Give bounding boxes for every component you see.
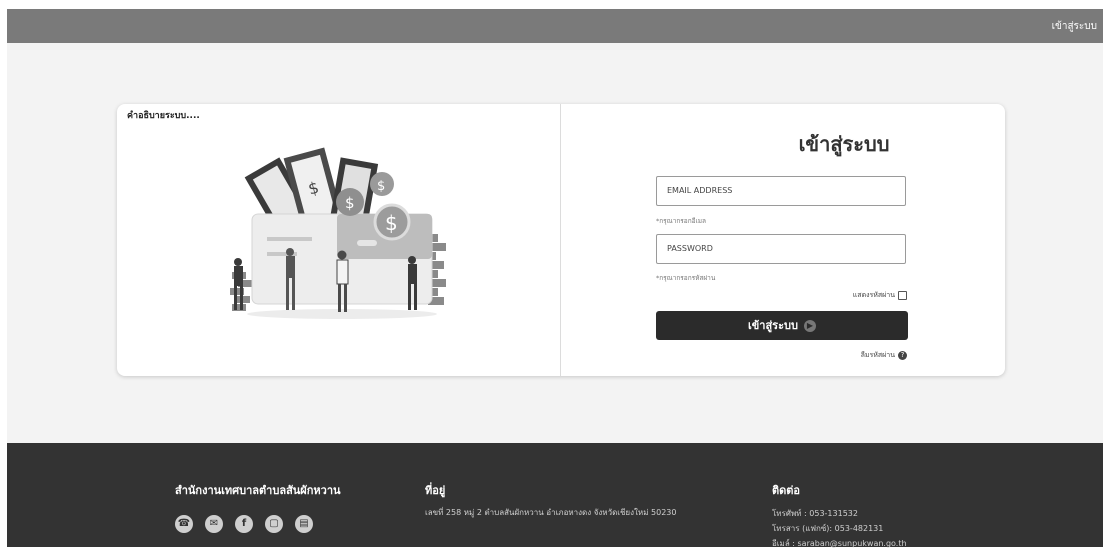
line-icon[interactable]: ▢ — [265, 515, 283, 533]
question-icon: ? — [898, 350, 907, 360]
mail-icon[interactable]: ✉ — [205, 515, 223, 533]
nav-login-link[interactable]: เข้าสู่ระบบ — [1052, 19, 1097, 34]
password-field[interactable] — [656, 234, 906, 264]
wallet-illustration: $ $ $ $ — [230, 147, 446, 319]
footer-phone: โทรศัพท์ : 053-131532 — [772, 509, 858, 518]
forgot-password-link[interactable]: ลืมรหัสผ่าน? — [817, 350, 907, 361]
top-navbar: เข้าสู่ระบบ — [7, 9, 1103, 43]
password-hint: *กรุณากรอกรหัสผ่าน — [656, 274, 716, 282]
show-password-toggle[interactable]: แสดงรหัสผ่าน — [817, 290, 907, 301]
system-description: คำอธิบายระบบ.... — [127, 111, 200, 121]
forgot-password-label: ลืมรหัสผ่าน — [860, 351, 895, 359]
login-card: คำอธิบายระบบ.... $ $ $ $ เข้าสู่ระบบ EMA… — [117, 104, 1005, 376]
login-title: เข้าสู่ระบบ — [798, 132, 890, 156]
footer: สำนักงานเทศบาลตำบลสันผักหวาน ☎ ✉ f ▢ ▤ ท… — [7, 443, 1103, 550]
arrow-right-icon: ▶ — [803, 320, 816, 332]
facebook-icon[interactable]: f — [235, 515, 253, 533]
web-icon[interactable]: ▤ — [295, 515, 313, 533]
phone-icon[interactable]: ☎ — [175, 515, 193, 533]
footer-fax: โทรสาร (แฟกซ์): 053-482131 — [772, 524, 884, 533]
show-password-checkbox[interactable] — [898, 290, 907, 300]
svg-text:$: $ — [385, 211, 398, 235]
svg-text:$: $ — [377, 179, 385, 194]
show-password-label: แสดงรหัสผ่าน — [852, 291, 895, 299]
footer-address: เลขที่ 258 หมู่ 2 ตำบลสันผักหวาน อำเภอหา… — [425, 508, 677, 517]
footer-address-title: ที่อยู่ — [425, 484, 446, 497]
email-field[interactable] — [656, 176, 906, 206]
footer-org-name: สำนักงานเทศบาลตำบลสันผักหวาน — [175, 484, 341, 497]
footer-contact-title: ติดต่อ — [772, 484, 801, 497]
email-hint: *กรุณากรอกอีเมล — [656, 217, 707, 225]
login-button[interactable]: เข้าสู่ระบบ ▶ — [656, 311, 908, 340]
footer-email[interactable]: อีเมล์ : saraban@sunpukwan.go.th — [772, 537, 907, 550]
card-divider — [560, 104, 561, 376]
svg-text:$: $ — [345, 194, 355, 212]
login-button-label: เข้าสู่ระบบ — [748, 319, 798, 332]
